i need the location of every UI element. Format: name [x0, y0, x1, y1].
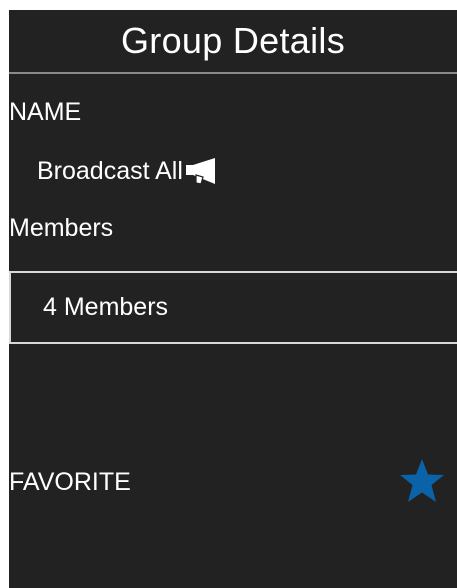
group-details-screen: Group Details NAME Broadcast All Members… — [9, 10, 457, 588]
members-count: 4 Members — [43, 293, 169, 321]
favorite-label: FAVORITE — [9, 468, 131, 496]
members-label: Members — [9, 214, 114, 242]
star-icon[interactable] — [399, 458, 445, 504]
group-name-text: Broadcast All — [37, 156, 183, 185]
header-bar: Group Details — [9, 10, 457, 74]
members-field[interactable]: 4 Members — [9, 271, 457, 344]
name-label: NAME — [9, 98, 82, 126]
megaphone-icon — [185, 156, 223, 186]
page-title: Group Details — [121, 20, 345, 61]
group-name: Broadcast All — [37, 156, 223, 186]
